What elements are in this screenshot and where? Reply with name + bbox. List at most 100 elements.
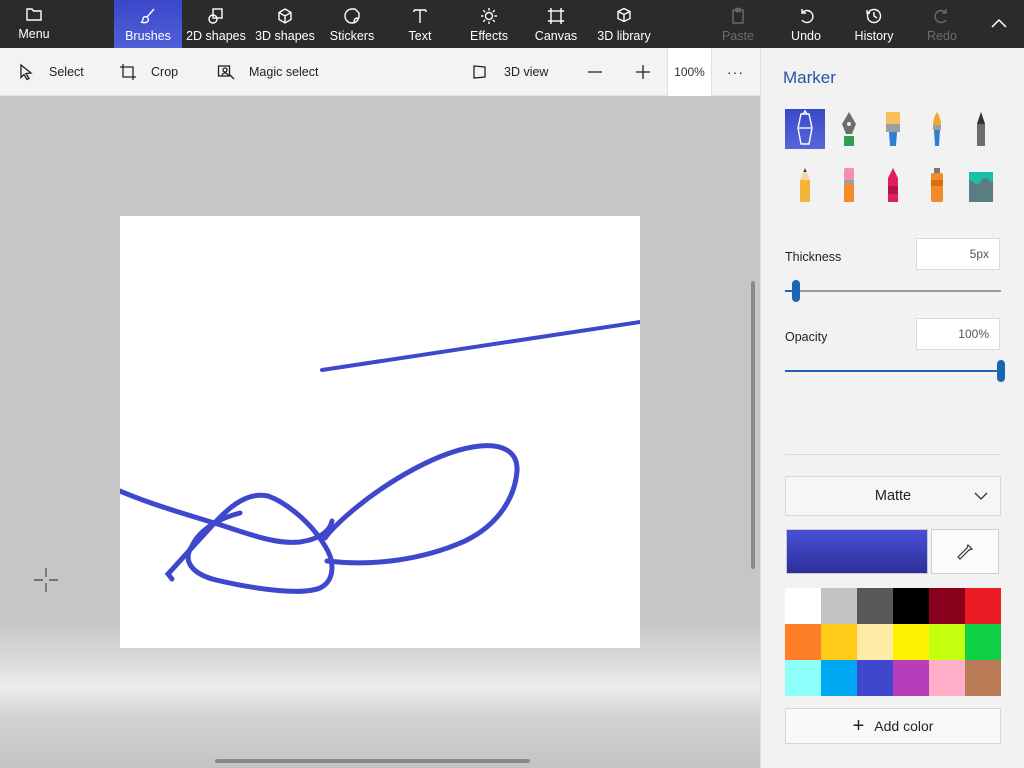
- menu-button[interactable]: Menu: [0, 0, 68, 48]
- color-swatch[interactable]: [929, 624, 965, 660]
- color-swatch[interactable]: [893, 588, 929, 624]
- finish-value: Matte: [874, 488, 912, 504]
- add-color-button[interactable]: + Add color: [785, 708, 1001, 744]
- redo-label: Redo: [927, 29, 957, 43]
- color-swatch[interactable]: [821, 660, 857, 696]
- tab-canvas[interactable]: Canvas: [534, 0, 578, 48]
- brush-stroke: [320, 320, 642, 372]
- tab-3d-shapes[interactable]: 3D shapes: [254, 0, 316, 48]
- brush-eraser[interactable]: [829, 165, 869, 205]
- spray-can-icon: [931, 168, 943, 202]
- zoom-out-button[interactable]: [586, 48, 604, 96]
- redo-icon: [932, 6, 952, 26]
- thickness-slider-thumb[interactable]: [792, 280, 800, 302]
- color-swatch[interactable]: [785, 588, 821, 624]
- thickness-input[interactable]: 5px: [916, 238, 1000, 270]
- pixel-pen-icon: [977, 112, 985, 146]
- select-button[interactable]: Select: [17, 48, 84, 96]
- pointer-icon: [20, 63, 33, 81]
- brush-pencil[interactable]: [785, 165, 825, 205]
- clipboard-icon: [728, 6, 748, 26]
- oil-brush-icon: [886, 112, 900, 146]
- menu-label: Menu: [18, 27, 50, 41]
- color-swatch[interactable]: [785, 660, 821, 696]
- zoom-in-button[interactable]: [634, 48, 652, 96]
- color-swatch[interactable]: [857, 660, 893, 696]
- color-swatch[interactable]: [785, 624, 821, 660]
- brush-calligraphy-pen[interactable]: [829, 109, 869, 149]
- eyedropper-button[interactable]: [931, 529, 999, 574]
- secondary-toolbar: Select Crop Magic select 3D view ···: [0, 48, 760, 96]
- minus-icon: [588, 71, 602, 73]
- tab-brushes[interactable]: Brushes: [114, 0, 182, 48]
- color-swatch[interactable]: [857, 588, 893, 624]
- tab-3d-library[interactable]: 3D library: [596, 0, 652, 48]
- tab-label: Stickers: [329, 29, 375, 43]
- zoom-level[interactable]: 100%: [667, 48, 712, 96]
- undo-label: Undo: [791, 29, 821, 43]
- magic-select-button[interactable]: Magic select: [217, 48, 318, 96]
- calligraphy-pen-icon: [842, 112, 856, 146]
- vertical-scrollbar[interactable]: [751, 281, 755, 569]
- history-button[interactable]: History: [852, 0, 896, 48]
- brush-crayon[interactable]: [873, 165, 913, 205]
- tab-label: Canvas: [534, 29, 578, 43]
- opacity-slider-fill: [785, 370, 1001, 372]
- 3d-view-button[interactable]: 3D view: [472, 48, 548, 96]
- brush-oil[interactable]: [873, 109, 913, 149]
- more-options-button[interactable]: ···: [727, 48, 744, 96]
- finish-dropdown[interactable]: Matte: [785, 476, 1001, 516]
- brush-settings-panel: Marker Thickness 5px Opacity 100% Matte: [760, 48, 1024, 768]
- undo-button[interactable]: Undo: [786, 0, 826, 48]
- crayon-icon: [888, 168, 898, 202]
- color-swatch[interactable]: [965, 588, 1001, 624]
- eyedropper-icon: [957, 543, 974, 560]
- pencil-icon: [800, 168, 810, 202]
- brush-watercolor[interactable]: [917, 109, 957, 149]
- color-swatch[interactable]: [893, 660, 929, 696]
- brush-spray-can[interactable]: [917, 165, 957, 205]
- fill-bucket-icon: [969, 172, 993, 202]
- collapse-toolbar-button[interactable]: [984, 10, 1014, 38]
- paste-button[interactable]: Paste: [718, 0, 758, 48]
- chevron-down-icon: [974, 492, 988, 500]
- tab-stickers[interactable]: Stickers: [326, 0, 378, 48]
- tab-effects[interactable]: Effects: [466, 0, 512, 48]
- paste-label: Paste: [722, 29, 754, 43]
- tab-2d-shapes[interactable]: 2D shapes: [185, 0, 247, 48]
- canvas-drawing: [117, 320, 642, 594]
- crop-button[interactable]: Crop: [119, 48, 178, 96]
- current-color-swatch[interactable]: [786, 529, 928, 574]
- 3d-view-label: 3D view: [504, 65, 549, 79]
- brush-pixel-pen[interactable]: [961, 109, 1001, 149]
- tab-label: 3D library: [597, 29, 651, 43]
- tab-text[interactable]: Text: [398, 0, 442, 48]
- color-swatch[interactable]: [965, 624, 1001, 660]
- color-swatch[interactable]: [893, 624, 929, 660]
- library-icon: [614, 6, 634, 26]
- opacity-input[interactable]: 100%: [916, 318, 1000, 350]
- tab-label: Brushes: [125, 29, 171, 43]
- add-color-label: Add color: [874, 718, 934, 734]
- brush-marker[interactable]: [785, 109, 825, 149]
- color-swatch[interactable]: [857, 624, 893, 660]
- opacity-slider-thumb[interactable]: [997, 360, 1005, 382]
- brush-stroke: [164, 492, 335, 594]
- more-icon: ···: [727, 64, 744, 80]
- workspace[interactable]: [0, 96, 760, 768]
- plus-icon: +: [852, 715, 865, 737]
- color-swatch[interactable]: [821, 588, 857, 624]
- redo-button[interactable]: Redo: [922, 0, 962, 48]
- drawing-canvas[interactable]: [117, 216, 642, 648]
- color-swatch[interactable]: [821, 624, 857, 660]
- color-swatch[interactable]: [929, 660, 965, 696]
- brush-fill[interactable]: [961, 165, 1001, 205]
- color-swatch[interactable]: [965, 660, 1001, 696]
- horizontal-scrollbar[interactable]: [215, 759, 530, 763]
- brush-icon: [138, 6, 158, 26]
- sticker-icon: [342, 6, 362, 26]
- text-icon: [410, 6, 430, 26]
- brush-stroke: [322, 443, 520, 566]
- thickness-slider-track[interactable]: [785, 290, 1001, 292]
- color-swatch[interactable]: [929, 588, 965, 624]
